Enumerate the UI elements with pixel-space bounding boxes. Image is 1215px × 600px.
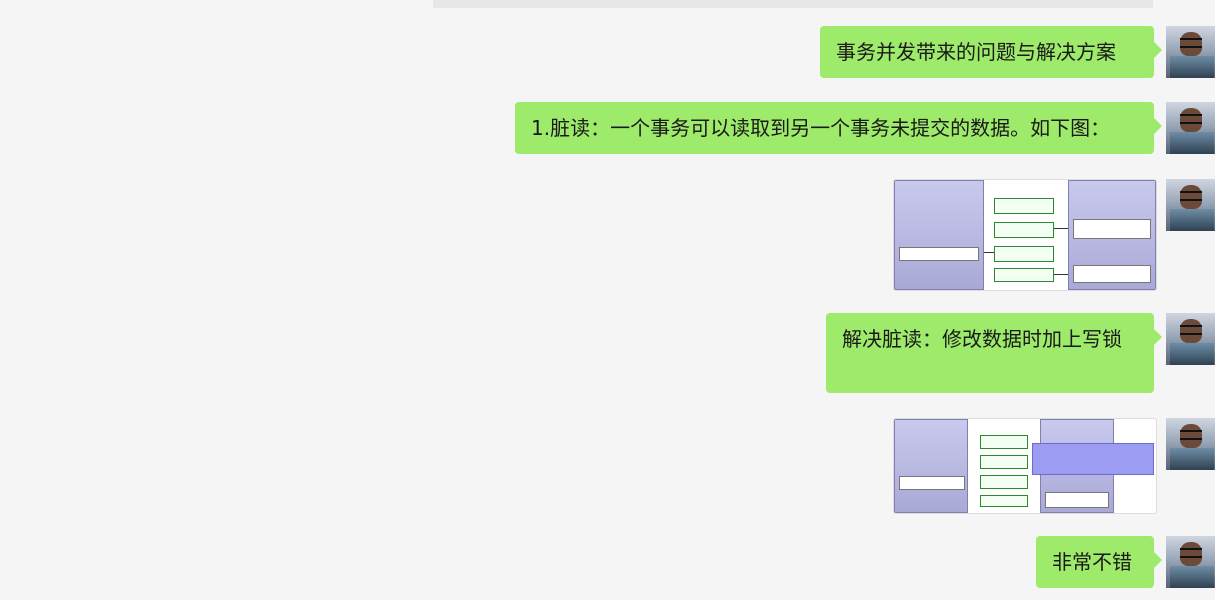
table-snapshot	[980, 495, 1028, 507]
avatar-glasses-icon	[1180, 114, 1202, 124]
avatar-laptop-icon	[1170, 56, 1214, 78]
user-avatar[interactable]	[1166, 26, 1215, 78]
update-statement-box	[1073, 219, 1151, 239]
user-avatar[interactable]	[1166, 536, 1215, 588]
avatar-glasses-icon	[1180, 191, 1202, 201]
transaction-b-panel	[1068, 180, 1156, 290]
select-statement-box	[899, 247, 979, 261]
image-message-write-lock[interactable]	[893, 418, 1157, 514]
user-avatar[interactable]	[1166, 418, 1215, 470]
table-snapshot	[994, 246, 1054, 262]
image-message-dirty-read[interactable]	[893, 179, 1157, 291]
avatar-laptop-icon	[1170, 566, 1214, 588]
previous-message-edge	[433, 0, 1153, 8]
table-snapshot	[994, 268, 1054, 282]
avatar-laptop-icon	[1170, 132, 1214, 154]
message-bubble[interactable]: 非常不错	[1036, 536, 1162, 588]
table-snapshot	[980, 455, 1028, 469]
avatar-glasses-icon	[1180, 325, 1202, 335]
avatar-laptop-icon	[1170, 343, 1214, 365]
table-snapshot	[994, 198, 1054, 214]
write-lock-indicator	[1032, 443, 1154, 475]
flow-arrow	[1054, 228, 1068, 229]
user-avatar[interactable]	[1166, 313, 1215, 365]
avatar-glasses-icon	[1180, 38, 1202, 48]
flow-arrow	[1054, 274, 1068, 275]
message-bubble[interactable]: 解决脏读：修改数据时加上写锁	[826, 313, 1162, 393]
table-snapshot	[980, 475, 1028, 489]
table-snapshot	[980, 435, 1028, 449]
transaction-a-panel	[894, 180, 984, 290]
message-bubble[interactable]: 事务并发带来的问题与解决方案	[820, 26, 1162, 78]
table-snapshot	[994, 222, 1054, 238]
select-statement-box	[899, 476, 965, 490]
message-bubble[interactable]: 1.脏读：一个事务可以读取到另一个事务未提交的数据。如下图：	[515, 102, 1162, 154]
user-avatar[interactable]	[1166, 179, 1215, 231]
avatar-glasses-icon	[1180, 548, 1202, 558]
avatar-laptop-icon	[1170, 209, 1214, 231]
rollback-statement-box	[1073, 265, 1151, 283]
avatar-glasses-icon	[1180, 430, 1202, 440]
flow-arrow	[984, 252, 994, 253]
rollback-statement-box	[1045, 492, 1109, 508]
user-avatar[interactable]	[1166, 102, 1215, 154]
transaction-a-panel	[894, 419, 968, 513]
avatar-laptop-icon	[1170, 448, 1214, 470]
